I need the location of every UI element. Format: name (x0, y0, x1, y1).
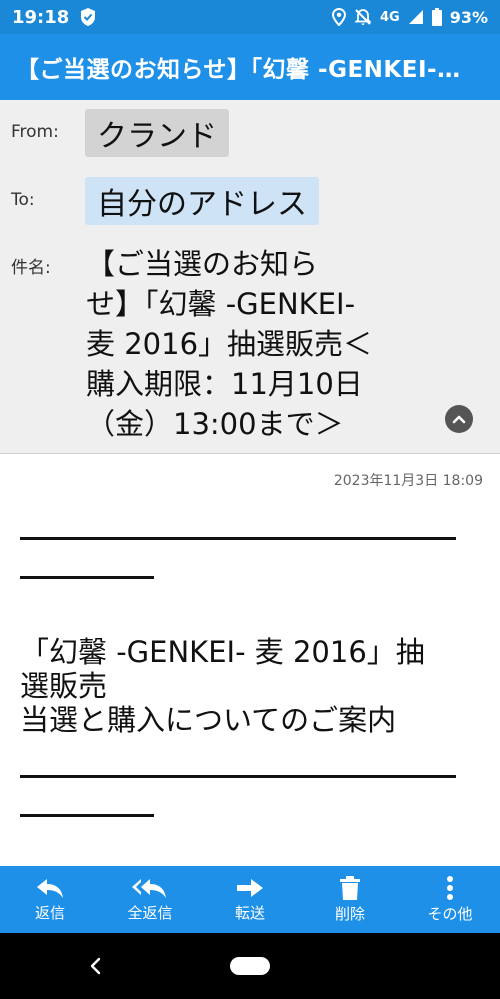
home-pill-button[interactable] (230, 957, 270, 975)
status-bar: 19:18 4G 93% (0, 0, 500, 34)
separator-block (20, 775, 480, 817)
signal-icon (408, 10, 423, 24)
mail-body: 「幻馨 -GENKEI- 麦 2016」抽 選販売 当選と購入についてのご案内 (20, 505, 480, 817)
reply-all-button[interactable]: 全返信 (100, 866, 200, 933)
reply-icon (37, 878, 63, 898)
received-date: 2023年11月3日 18:09 (333, 473, 483, 489)
reply-button[interactable]: 返信 (0, 866, 100, 933)
more-label: その他 (427, 904, 473, 923)
back-arrow-icon[interactable] (88, 955, 102, 977)
body-text: 「幻馨 -GENKEI- 麦 2016」抽 選販売 当選と購入についてのご案内 (20, 635, 480, 737)
chevron-up-icon (452, 415, 466, 424)
mail-action-toolbar: 返信 全返信 転送 削除 その他 (0, 866, 500, 933)
forward-button[interactable]: 転送 (200, 866, 300, 933)
separator-line (20, 814, 154, 817)
subject-line: （金）13:00まで＞ (86, 407, 344, 441)
more-button[interactable]: その他 (400, 866, 500, 933)
battery-percent: 93% (449, 7, 488, 27)
delete-label: 削除 (334, 904, 365, 923)
shield-icon (81, 8, 96, 26)
to-recipient-chip[interactable]: 自分のアドレス (85, 177, 319, 225)
reply-all-icon (132, 878, 166, 898)
collapse-header-button[interactable] (445, 405, 473, 433)
status-time: 19:18 (12, 6, 70, 28)
subject-line: 麦 2016」抽選販売＜ (86, 327, 373, 361)
mail-title: 【ご当選のお知らせ】「幻馨 -GENKEI-… (16, 57, 461, 83)
battery-icon (431, 8, 442, 26)
body-line: 選販売 (20, 669, 108, 703)
subject-label: 件名: (11, 258, 51, 278)
to-label: To: (11, 190, 35, 210)
location-icon (331, 8, 346, 26)
mail-header: From: クランド To: 自分のアドレス 件名: 【ご当選のお知ら せ】「幻… (0, 100, 500, 454)
body-line: 当選と購入についてのご案内 (20, 703, 397, 737)
subject-line: 【ご当選のお知ら (86, 247, 319, 281)
separator-line (20, 775, 456, 778)
system-nav-bar (0, 933, 500, 999)
separator-line (20, 537, 456, 540)
subject-line: 購入期限：11月10日 (86, 367, 363, 401)
forward-label: 転送 (234, 903, 265, 922)
separator-line (20, 576, 154, 579)
trash-icon (340, 875, 360, 900)
reply-all-label: 全返信 (127, 903, 173, 922)
body-line: 「幻馨 -GENKEI- 麦 2016」抽 (20, 635, 425, 669)
notifications-off-icon (354, 9, 372, 25)
more-vertical-icon (447, 875, 453, 900)
reply-label: 返信 (34, 903, 65, 922)
app-bar: 【ご当選のお知らせ】「幻馨 -GENKEI-… (0, 34, 500, 100)
status-icons: 4G 93% (331, 7, 488, 27)
subject-line: せ】「幻馨 -GENKEI- (86, 287, 356, 321)
from-label: From: (11, 122, 59, 142)
forward-icon (237, 878, 263, 897)
subject-text: 【ご当選のお知ら せ】「幻馨 -GENKEI- 麦 2016」抽選販売＜ 購入期… (86, 244, 426, 444)
delete-button[interactable]: 削除 (300, 866, 400, 933)
network-type: 4G (379, 9, 400, 25)
from-sender-chip[interactable]: クランド (85, 109, 229, 157)
